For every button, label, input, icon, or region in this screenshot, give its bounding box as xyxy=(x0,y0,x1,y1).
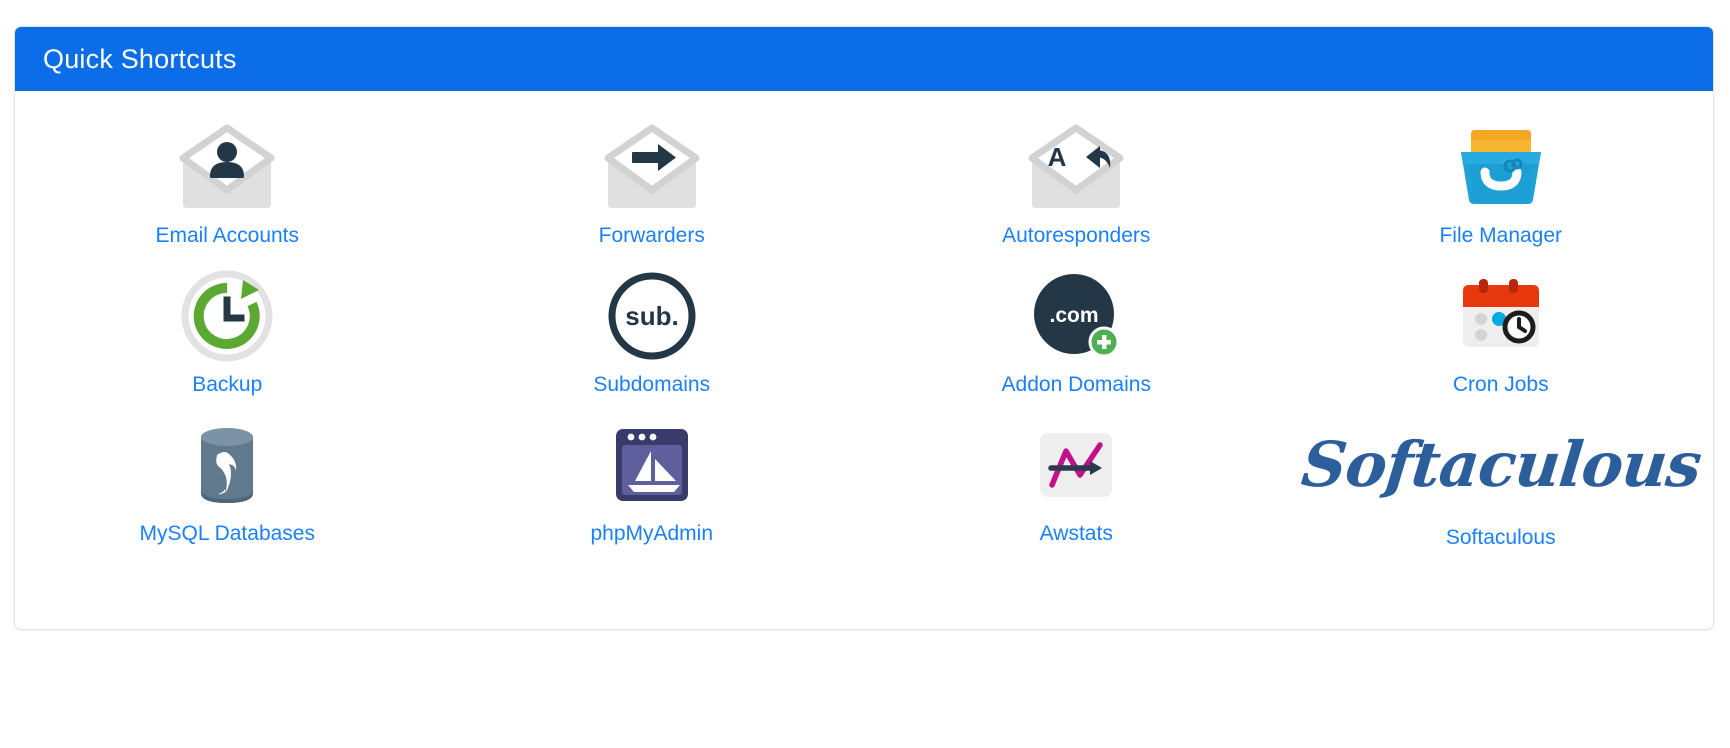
shortcut-awstats[interactable]: Awstats xyxy=(864,411,1289,548)
page-title: Quick Shortcuts xyxy=(43,43,237,74)
database-dolphin-icon xyxy=(167,419,287,511)
shortcut-autoresponders[interactable]: A Autoresponders xyxy=(864,113,1289,246)
shortcut-phpmyadmin[interactable]: phpMyAdmin xyxy=(440,411,865,548)
envelope-user-icon xyxy=(167,121,287,213)
softaculous-wordmark: Softaculous xyxy=(1297,427,1704,501)
shortcut-label: phpMyAdmin xyxy=(590,522,714,545)
calendar-clock-icon xyxy=(1441,270,1561,362)
shortcuts-grid: Email Accounts Forwarders A Autoresponde… xyxy=(15,113,1713,548)
dotcom-plus-icon: .com xyxy=(1016,270,1136,362)
envelope-arrow-icon xyxy=(592,121,712,213)
shortcut-email-accounts[interactable]: Email Accounts xyxy=(15,113,440,246)
shortcut-addon-domains[interactable]: .com Addon Domains xyxy=(864,262,1289,395)
shortcut-label: File Manager xyxy=(1439,224,1563,247)
quick-shortcuts-card: Quick Shortcuts Email Accounts Forwarder… xyxy=(14,26,1714,630)
phpmyadmin-sailboat-icon xyxy=(592,419,712,511)
envelope-reply-icon: A xyxy=(1016,121,1136,213)
shortcut-label: MySQL Databases xyxy=(139,522,315,545)
svg-text:.com: .com xyxy=(1050,304,1099,327)
shortcut-label: Cron Jobs xyxy=(1452,373,1549,396)
card-header: Quick Shortcuts xyxy=(15,27,1713,91)
softaculous-logo-icon: Softaculous xyxy=(1298,419,1704,511)
shortcut-label: Softaculous xyxy=(1445,526,1556,549)
svg-text:A: A xyxy=(1048,142,1067,172)
restore-clock-icon xyxy=(167,270,287,362)
shortcut-label: Backup xyxy=(192,373,263,396)
file-drawer-icon xyxy=(1441,121,1561,213)
shortcut-label: Subdomains xyxy=(593,373,711,396)
shortcut-backup[interactable]: Backup xyxy=(15,262,440,395)
shortcut-subdomains[interactable]: sub. Subdomains xyxy=(440,262,865,395)
card-body: Email Accounts Forwarders A Autoresponde… xyxy=(15,91,1713,548)
sub-circle-icon: sub. xyxy=(592,270,712,362)
quick-shortcuts-page: Quick Shortcuts Email Accounts Forwarder… xyxy=(0,0,1730,748)
shortcut-forwarders[interactable]: Forwarders xyxy=(440,113,865,246)
shortcut-label: Forwarders xyxy=(598,224,705,247)
shortcut-file-manager[interactable]: File Manager xyxy=(1289,113,1714,246)
shortcut-label: Awstats xyxy=(1039,522,1113,545)
shortcut-label: Autoresponders xyxy=(1002,224,1151,247)
awstats-chart-icon xyxy=(1016,419,1136,511)
shortcut-label: Addon Domains xyxy=(1001,373,1151,396)
shortcut-cron-jobs[interactable]: Cron Jobs xyxy=(1289,262,1714,395)
shortcut-softaculous[interactable]: Softaculous Softaculous xyxy=(1289,411,1714,548)
svg-text:sub.: sub. xyxy=(625,301,678,331)
shortcut-label: Email Accounts xyxy=(155,224,300,247)
shortcut-mysql-databases[interactable]: MySQL Databases xyxy=(15,411,440,548)
